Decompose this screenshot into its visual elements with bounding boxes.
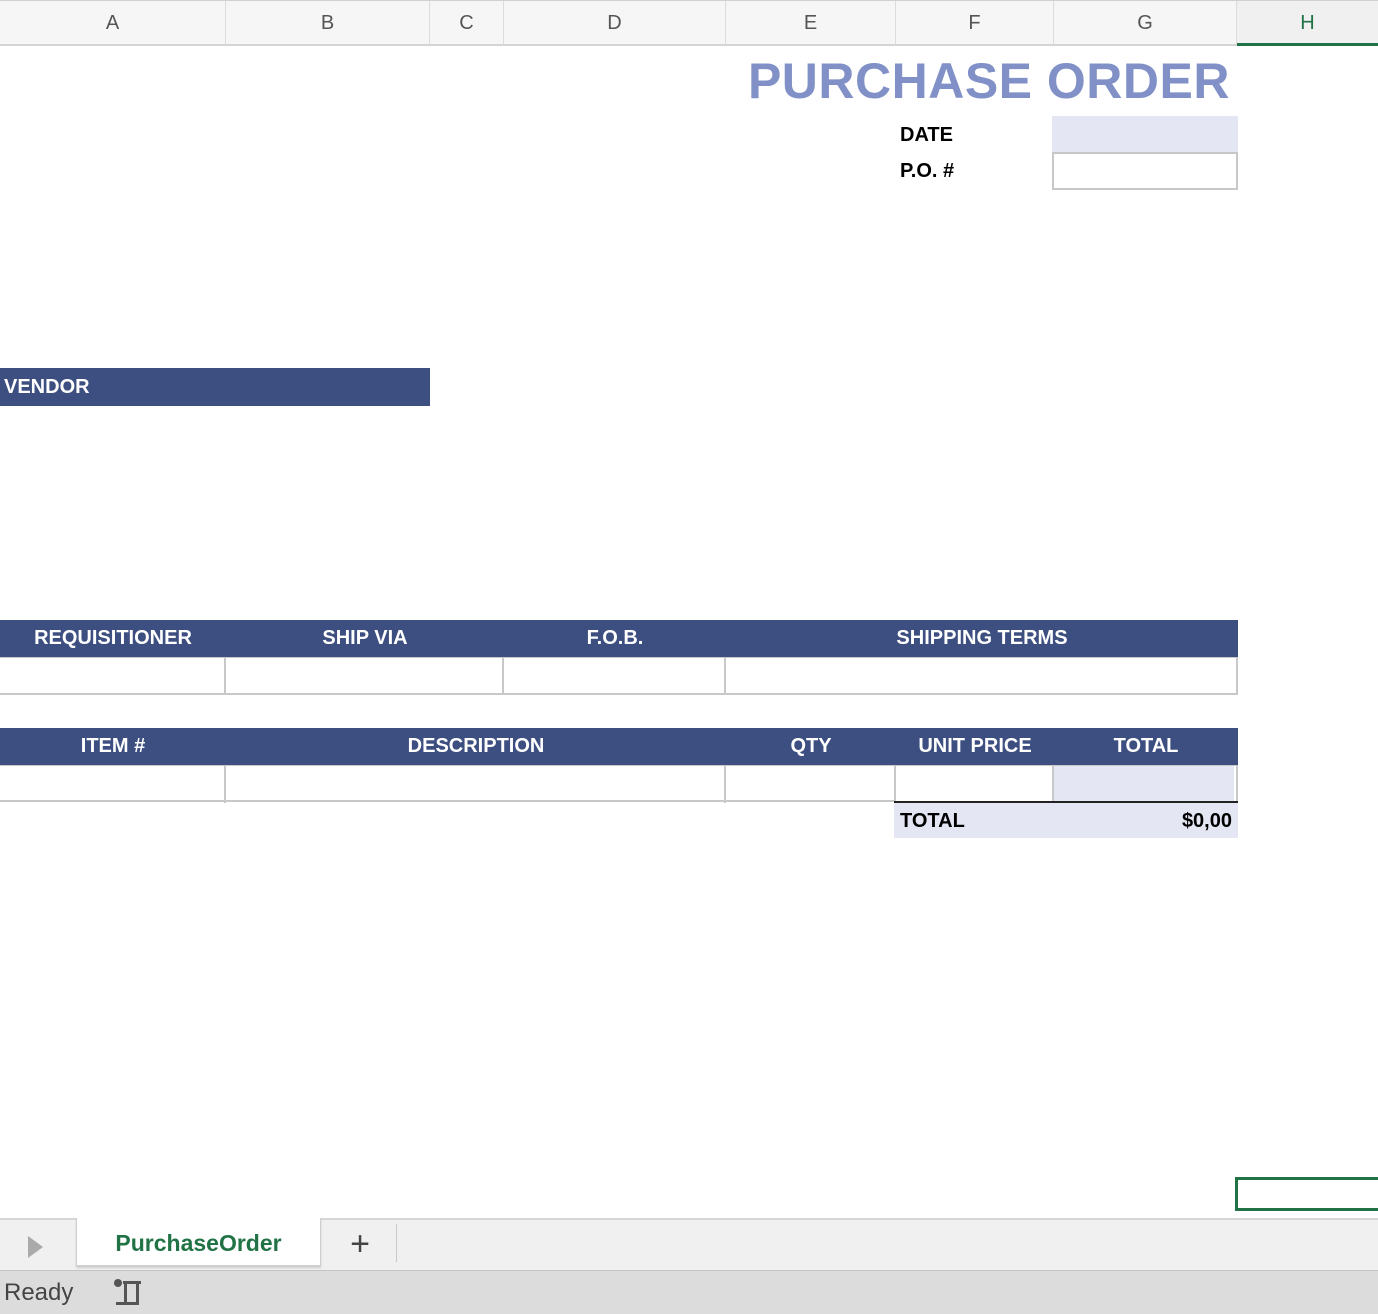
column-header-a[interactable]: A [0,1,226,45]
description-header: DESCRIPTION [407,735,545,757]
cell-divider [502,658,504,693]
date-label: DATE [900,124,953,146]
sheet-tab-purchaseorder[interactable]: PurchaseOrder [76,1218,321,1266]
cell-divider [724,658,726,693]
status-bar: Ready [0,1270,1378,1314]
vendor-label: VENDOR [4,375,90,398]
po-number-cell[interactable] [1052,152,1238,190]
column-header-bar: A B C D E F G H [0,0,1378,46]
ship-via-header: SHIP VIA [322,627,408,649]
tab-divider [396,1224,397,1262]
spreadsheet-window: A B C D E F G H PURCHASE ORDER DATE P.O.… [0,0,1378,1314]
add-sheet-button[interactable]: + [330,1220,390,1268]
sheet-tab-bar: PurchaseOrder + [0,1218,1378,1270]
vendor-header: VENDOR [0,368,430,406]
play-triangle-icon[interactable] [28,1236,43,1258]
cell-divider [894,766,896,803]
item-row-bottom-border [0,800,894,802]
date-cell[interactable] [1052,116,1238,154]
column-header-c[interactable]: C [430,1,504,45]
column-header-d[interactable]: D [504,1,726,45]
fob-header: F.O.B. [586,627,644,649]
shipping-terms-header: SHIPPING TERMS [896,627,1068,649]
status-text: Ready [4,1279,74,1306]
cell-divider [224,766,226,803]
requisitioner-header: REQUISITIONER [34,627,192,649]
selected-cell[interactable] [1235,1177,1378,1211]
shipping-input-row [0,657,1238,695]
column-header-g[interactable]: G [1054,1,1237,45]
grand-total-value: $0,00 [1181,810,1232,832]
item-number-header: ITEM # [80,735,146,757]
purchase-order-title: PURCHASE ORDER [747,53,1230,109]
line-total-cell[interactable] [1054,766,1234,803]
total-header: TOTAL [1113,735,1179,757]
macro-recorder-icon[interactable] [112,1278,144,1308]
po-number-label: P.O. # [900,160,955,182]
column-header-h[interactable]: H [1237,1,1378,46]
qty-header: QTY [790,735,832,757]
grand-total-row: TOTAL $0,00 [894,801,1238,838]
cell-divider [224,658,226,693]
grand-total-label: TOTAL [900,810,965,832]
shipping-header: REQUISITIONER SHIP VIA F.O.B. SHIPPING T… [0,620,1238,657]
column-header-f[interactable]: F [896,1,1054,45]
items-header: ITEM # DESCRIPTION QTY UNIT PRICE TOTAL [0,728,1238,765]
column-header-b[interactable]: B [226,1,430,45]
unit-price-header: UNIT PRICE [918,735,1032,757]
column-header-e[interactable]: E [726,1,896,45]
item-input-row [0,765,1238,803]
cell-divider [724,766,726,803]
